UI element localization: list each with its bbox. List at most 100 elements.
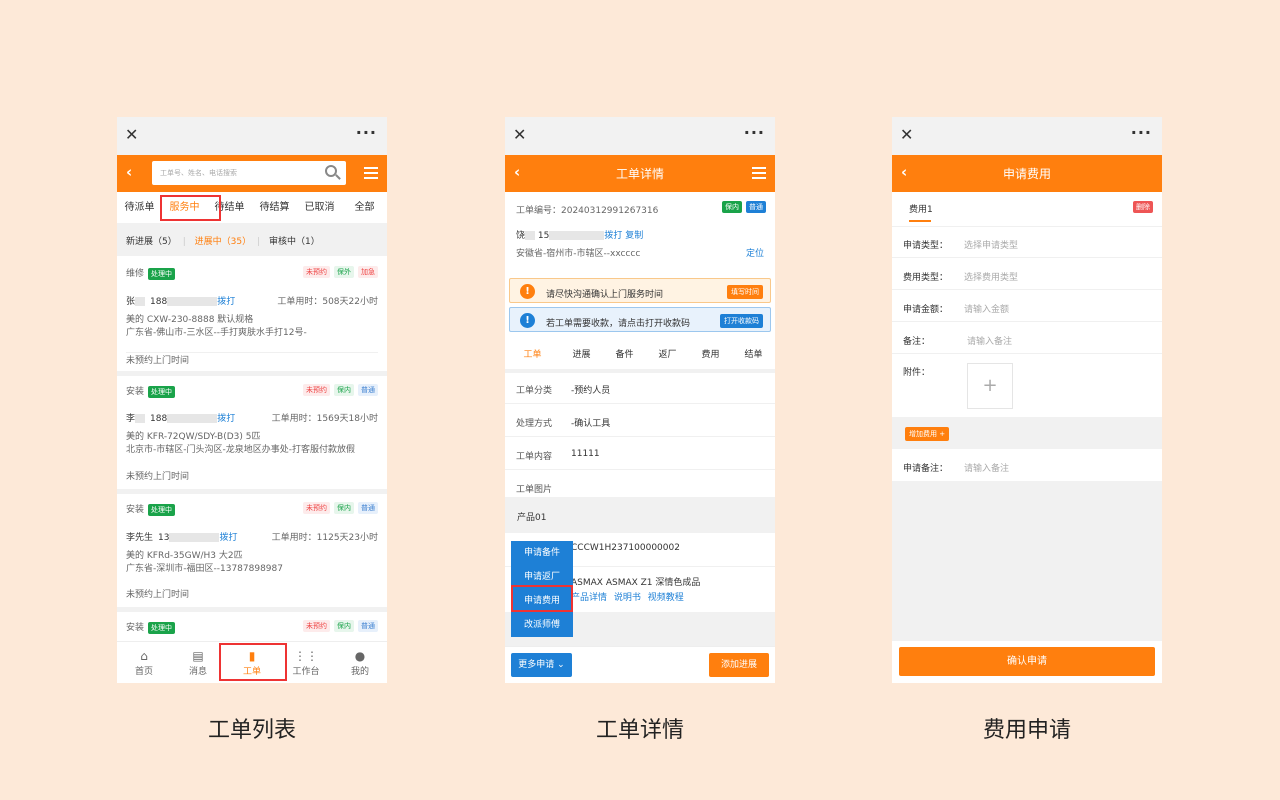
tag-appointment: 未预约: [303, 384, 330, 396]
tab-pending-dispatch[interactable]: 待派单: [117, 192, 162, 223]
order-card[interactable]: 安装 处理中 未预约 保内 普通 李 188 拨打 工单用时：1569天18小时 美的 K…: [117, 376, 387, 489]
fill-time-button[interactable]: 填写时间: [727, 285, 763, 299]
apply-remark-field[interactable]: 申请备注： 请输入备注: [892, 449, 1162, 481]
hamburger-menu-icon[interactable]: [752, 167, 766, 179]
close-icon[interactable]: ✕: [900, 125, 913, 144]
list-header: ‹ 工单号、姓名、电话搜索: [117, 155, 387, 192]
window-bar: ✕ ···: [505, 117, 775, 155]
nav-messages[interactable]: ▤ 消息: [171, 642, 225, 683]
page-title: 申请费用: [1002, 167, 1051, 181]
call-link[interactable]: 拨打: [217, 297, 235, 307]
tag-warranty: 保外: [334, 266, 354, 278]
more-dots-icon[interactable]: ···: [744, 123, 765, 142]
detail-tabs: 工单 进展 备件 返厂 费用 结单: [505, 341, 775, 371]
nav-home[interactable]: ⌂ 首页: [117, 642, 171, 683]
tab-order[interactable]: 工单: [511, 341, 554, 371]
page-title: 工单详情: [615, 167, 664, 181]
product-info: 美的 CXW-230-8888 默认规格: [126, 315, 254, 325]
customer-name: 李: [126, 414, 136, 424]
tab-close[interactable]: 结单: [732, 341, 775, 371]
remark-field[interactable]: 备注： 请输入备注: [892, 322, 1162, 354]
customer-name: 饶: [516, 231, 526, 241]
message-icon: ▤: [192, 649, 204, 663]
close-icon[interactable]: ✕: [125, 125, 138, 144]
tab-return[interactable]: 返厂: [646, 341, 689, 371]
product-section-title: 产品01: [505, 497, 775, 533]
address: 北京市-市辖区-门头沟区-龙泉地区办事处-打客服付款放假: [126, 445, 355, 455]
call-link[interactable]: 拨打: [219, 533, 237, 543]
product-info: 美的 KFR-72QW/SDY-B(D3) 5匹: [126, 432, 261, 442]
tab-progress[interactable]: 进展: [560, 341, 603, 371]
nav-mine[interactable]: ● 我的: [333, 642, 387, 683]
call-link[interactable]: 拨打: [217, 414, 235, 424]
open-payment-code-button[interactable]: 打开收款码: [720, 314, 763, 328]
more-requests-button[interactable]: 更多申请 ⌄: [511, 653, 572, 677]
close-icon[interactable]: ✕: [513, 125, 526, 144]
caption-order-list: 工单列表: [207, 718, 296, 743]
order-detail-screen: ✕ ··· ‹ 工单详情 工单编号：20240312991267316 保内 普通…: [505, 117, 775, 683]
alert-payment: ! 若工单需要收款，请点击打开收款码 打开收款码: [509, 307, 771, 332]
customer-name: 张: [126, 297, 136, 307]
order-type: 安装: [126, 387, 145, 397]
warning-icon: !: [520, 284, 535, 299]
more-dots-icon[interactable]: ···: [1131, 123, 1152, 142]
copy-link[interactable]: 复制: [625, 231, 643, 241]
subtab-review[interactable]: 审核中（1）: [269, 237, 320, 247]
progress-subtabs: 新进展（5） | 进展中（35） | 审核中（1）: [117, 223, 387, 256]
back-chevron-icon[interactable]: ‹: [126, 163, 132, 181]
nav-workbench[interactable]: ⋮⋮ 工作台: [279, 642, 333, 683]
status-badge: 处理中: [148, 268, 176, 280]
elapsed-time: 工单用时：508天22小时: [277, 297, 378, 307]
tab-cancelled[interactable]: 已取消: [297, 192, 342, 223]
order-type: 安装: [126, 505, 145, 515]
menu-item-apply-parts[interactable]: 申请备件: [511, 541, 573, 565]
product-code: CCCW1H237100000002: [571, 543, 680, 553]
video-tutorial-link[interactable]: 视频教程: [648, 593, 684, 603]
add-attachment-icon[interactable]: +: [967, 363, 1013, 409]
fee-tab[interactable]: 费用1: [909, 202, 933, 215]
tag-priority: 普通: [358, 620, 378, 632]
hamburger-menu-icon[interactable]: [364, 167, 378, 179]
fee-application-screen: ✕ ··· ‹ 申请费用 费用1 删除 申请类型： 选择申请类型 费用类型： 选择费…: [892, 117, 1162, 683]
subtab-new[interactable]: 新进展（5）: [126, 237, 177, 247]
status-tabs: 待派单 服务中 待结单 待结算 已取消 全部: [117, 192, 387, 223]
tab-parts[interactable]: 备件: [603, 341, 646, 371]
delete-button[interactable]: 删除: [1133, 201, 1153, 213]
fee-type-field[interactable]: 费用类型： 选择费用类型: [892, 258, 1162, 290]
tag-warranty: 保内: [722, 201, 742, 213]
address: 广东省-佛山市-三水区--手打爽肤水手打12号-: [126, 328, 307, 338]
order-card[interactable]: 安装 处理中 未预约 保内 普通: [117, 612, 387, 642]
locate-link[interactable]: 定位: [746, 246, 764, 259]
search-icon[interactable]: [325, 165, 337, 177]
order-card[interactable]: 维修 处理中 未预约 保外 加急 张 188 拨打 工单用时：508天22小时 美的 CX…: [117, 256, 387, 371]
amount-field[interactable]: 申请金额： 请输入金额: [892, 290, 1162, 322]
menu-item-reassign[interactable]: 改派师傅: [511, 613, 573, 637]
detail-row: 工单分类 -预约人员: [505, 371, 775, 404]
apply-type-field[interactable]: 申请类型： 选择申请类型: [892, 226, 1162, 258]
customer-phone: 188: [150, 414, 168, 424]
tag-appointment: 未预约: [303, 266, 330, 278]
add-progress-button[interactable]: 添加进展: [709, 653, 769, 677]
tab-fee[interactable]: 费用: [689, 341, 732, 371]
tag-priority: 普通: [358, 502, 378, 514]
window-bar: ✕ ···: [892, 117, 1162, 155]
appointment-status: 未预约上门时间: [126, 352, 378, 366]
detail-row: 工单内容 11111: [505, 437, 775, 470]
highlight-box: [160, 195, 221, 221]
add-fee-button[interactable]: 增加费用 +: [905, 427, 950, 441]
subtab-ongoing[interactable]: 进展中（35）: [195, 237, 251, 247]
user-icon: ●: [354, 649, 366, 663]
manual-link[interactable]: 说明书: [614, 593, 641, 603]
tag-warranty: 保内: [334, 502, 354, 514]
tab-all[interactable]: 全部: [342, 192, 387, 223]
search-input[interactable]: 工单号、姓名、电话搜索: [152, 161, 346, 185]
order-list-screen: ✕ ··· ‹ 工单号、姓名、电话搜索 待派单 服务中 待结单 待结算 已取消 …: [117, 117, 387, 683]
tab-pending-settle[interactable]: 待结算: [252, 192, 297, 223]
confirm-apply-button[interactable]: 确认申请: [899, 647, 1155, 676]
order-type: 维修: [126, 269, 145, 279]
status-badge: 处理中: [148, 622, 176, 634]
more-dots-icon[interactable]: ···: [356, 123, 377, 142]
order-card[interactable]: 安装 处理中 未预约 保内 普通 李先生 13 拨打 工单用时：1125天23小时 美的 …: [117, 494, 387, 607]
product-detail-link[interactable]: 产品详情: [571, 593, 607, 603]
call-link[interactable]: 拨打: [604, 231, 622, 241]
